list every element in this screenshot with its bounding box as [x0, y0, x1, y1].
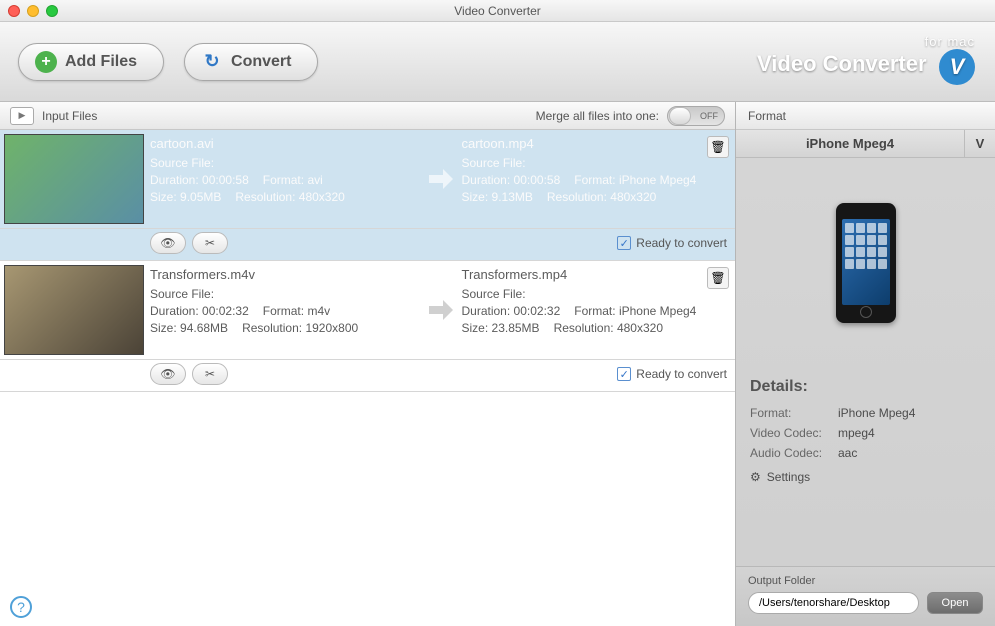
target-meta: cartoon.mp4 Source File: Duration: 00:00… — [462, 134, 732, 224]
preview-file-button[interactable]: 👁 — [150, 232, 186, 254]
output-folder-input[interactable] — [748, 592, 919, 614]
format-selector[interactable]: iPhone Mpeg4 V — [736, 130, 995, 158]
brand-logo-icon: V — [939, 49, 975, 85]
detail-vcodec-value: mpeg4 — [838, 426, 875, 440]
content: ▶ Input Files Merge all files into one: … — [0, 102, 995, 626]
detail-acodec-value: aac — [838, 446, 857, 460]
ready-indicator[interactable]: ✓ Ready to convert — [617, 367, 727, 381]
target-filename: Transformers.mp4 — [462, 267, 732, 282]
toolbar: + Add Files ↻ Convert for mac Video Conv… — [0, 22, 995, 102]
window-controls — [8, 5, 58, 17]
add-files-button[interactable]: + Add Files — [18, 43, 164, 81]
eye-icon: 👁 — [160, 236, 175, 250]
merge-toggle[interactable]: OFF — [667, 106, 725, 126]
target-filename: cartoon.mp4 — [462, 136, 732, 151]
format-header: Format — [736, 102, 995, 130]
file-row-footer: 👁 ✂ ✓ Ready to convert — [0, 360, 735, 392]
source-meta: Transformers.m4v Source File: Duration: … — [150, 265, 420, 355]
delete-file-button[interactable]: 🗑 — [707, 136, 729, 158]
settings-label: Settings — [767, 470, 810, 484]
help-button[interactable]: ? — [10, 596, 32, 618]
file-list-header: ▶ Input Files Merge all files into one: … — [0, 102, 735, 130]
format-side-letter: V — [965, 136, 995, 151]
output-folder-label: Output Folder — [748, 575, 983, 587]
ready-label: Ready to convert — [636, 236, 727, 250]
convert-button[interactable]: ↻ Convert — [184, 43, 318, 81]
check-icon: ✓ — [620, 237, 629, 250]
add-files-label: Add Files — [65, 53, 137, 71]
convert-icon: ↻ — [201, 51, 223, 73]
ready-indicator[interactable]: ✓ Ready to convert — [617, 236, 727, 250]
detail-vcodec-label: Video Codec: — [750, 426, 838, 440]
detail-format-label: Format: — [750, 406, 838, 420]
format-panel: Format iPhone Mpeg4 V Details: Format:iP… — [735, 102, 995, 626]
file-row-footer: 👁 ✂ ✓ Ready to convert — [0, 229, 735, 261]
scissors-icon: ✂ — [205, 236, 215, 250]
play-icon: ▶ — [19, 110, 26, 121]
minimize-window-button[interactable] — [27, 5, 39, 17]
eye-icon: 👁 — [160, 367, 175, 381]
trash-icon: 🗑 — [710, 140, 725, 154]
details-heading: Details: — [750, 378, 981, 396]
ready-checkbox[interactable]: ✓ — [617, 236, 631, 250]
format-settings-button[interactable]: ⚙ Settings — [750, 470, 981, 484]
device-preview — [736, 158, 995, 368]
input-files-label: Input Files — [42, 109, 97, 123]
output-folder-section: Output Folder Open — [736, 566, 995, 626]
zoom-window-button[interactable] — [46, 5, 58, 17]
detail-format-value: iPhone Mpeg4 — [838, 406, 915, 420]
check-icon: ✓ — [620, 368, 629, 381]
plus-icon: + — [35, 51, 57, 73]
ready-checkbox[interactable]: ✓ — [617, 367, 631, 381]
arrow-icon — [426, 134, 456, 224]
gear-icon: ⚙ — [750, 470, 761, 484]
ready-label: Ready to convert — [636, 367, 727, 381]
delete-file-button[interactable]: 🗑 — [707, 267, 729, 289]
source-filename: Transformers.m4v — [150, 267, 420, 282]
close-window-button[interactable] — [8, 5, 20, 17]
source-file-label: Source File: — [150, 156, 420, 170]
file-row[interactable]: cartoon.avi Source File: Duration: 00:00… — [0, 130, 735, 229]
target-meta: Transformers.mp4 Source File: Duration: … — [462, 265, 732, 355]
file-row[interactable]: Transformers.m4v Source File: Duration: … — [0, 261, 735, 360]
file-thumbnail[interactable] — [4, 134, 144, 224]
target-file-label: Source File: — [462, 156, 732, 170]
brand: for mac Video Converter V — [757, 34, 975, 85]
detail-acodec-label: Audio Codec: — [750, 446, 838, 460]
trim-file-button[interactable]: ✂ — [192, 232, 228, 254]
format-details: Details: Format:iPhone Mpeg4 Video Codec… — [736, 368, 995, 494]
format-selected-label: iPhone Mpeg4 — [736, 130, 965, 157]
window-title: Video Converter — [0, 4, 995, 18]
file-list-pane: ▶ Input Files Merge all files into one: … — [0, 102, 735, 626]
brand-subtitle: for mac — [757, 34, 975, 49]
iphone-icon — [836, 203, 896, 323]
merge-label: Merge all files into one: — [536, 109, 659, 123]
arrow-icon — [426, 265, 456, 355]
file-list: cartoon.avi Source File: Duration: 00:00… — [0, 130, 735, 626]
file-thumbnail[interactable] — [4, 265, 144, 355]
brand-title: Video Converter — [757, 51, 927, 76]
trim-file-button[interactable]: ✂ — [192, 363, 228, 385]
open-folder-button[interactable]: Open — [927, 592, 983, 614]
toggle-knob — [669, 107, 691, 125]
convert-label: Convert — [231, 53, 291, 71]
titlebar: Video Converter — [0, 0, 995, 22]
source-file-label: Source File: — [150, 287, 420, 301]
play-preview-button[interactable]: ▶ — [10, 107, 34, 125]
merge-toggle-state: OFF — [700, 111, 718, 121]
target-file-label: Source File: — [462, 287, 732, 301]
trash-icon: 🗑 — [710, 271, 725, 285]
scissors-icon: ✂ — [205, 367, 215, 381]
source-filename: cartoon.avi — [150, 136, 420, 151]
preview-file-button[interactable]: 👁 — [150, 363, 186, 385]
source-meta: cartoon.avi Source File: Duration: 00:00… — [150, 134, 420, 224]
